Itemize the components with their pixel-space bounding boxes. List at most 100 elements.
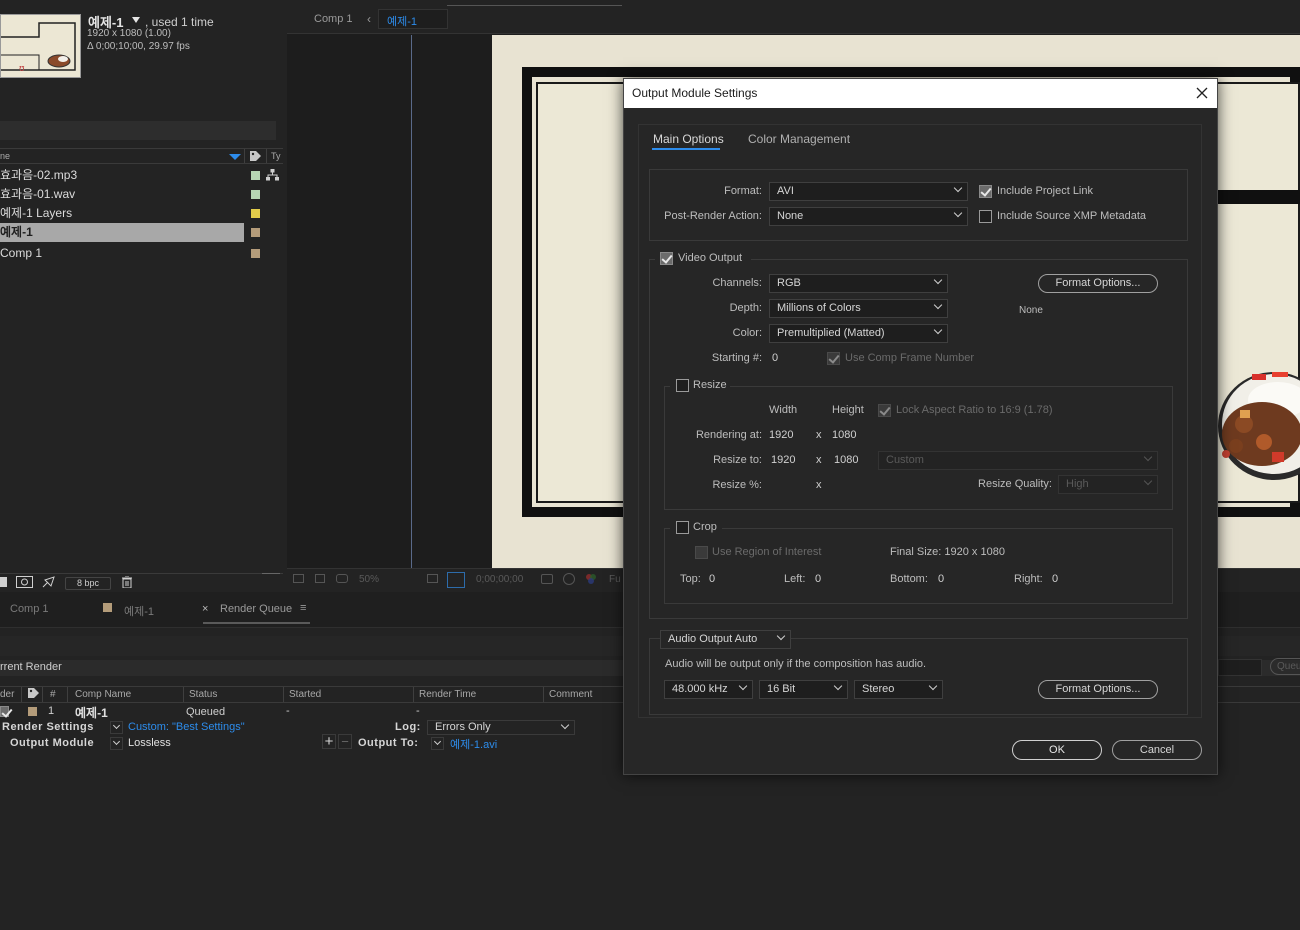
log-dropdown[interactable]: Errors Only	[427, 720, 575, 735]
use-comp-frame-checkbox[interactable]	[827, 352, 840, 365]
depth-dropdown[interactable]: Millions of Colors	[769, 299, 948, 318]
color-dropdown[interactable]: Premultiplied (Matted)	[769, 324, 948, 343]
crop-bottom-value[interactable]: 0	[938, 573, 944, 585]
queue-in-ame-button[interactable]: Queu	[1270, 658, 1300, 675]
render-settings-link[interactable]: Custom: "Best Settings"	[128, 721, 245, 733]
video-output-label[interactable]: Video Output	[678, 252, 742, 264]
project-item[interactable]: 예제-1 Layers	[0, 204, 244, 223]
sample-rate-dropdown[interactable]: 48.000 kHz	[664, 680, 753, 699]
mask-visibility-icon[interactable]	[336, 574, 348, 583]
label-color-swatch[interactable]	[251, 249, 260, 258]
snapshot-icon[interactable]	[541, 574, 553, 584]
channels-dropdown[interactable]: RGB	[769, 274, 948, 293]
tab-comp-1[interactable]: Comp 1	[10, 603, 49, 615]
close-icon[interactable]: ×	[202, 603, 208, 615]
label-tag-icon[interactable]	[28, 688, 39, 698]
resize-to-width[interactable]: 1920	[771, 454, 795, 466]
breadcrumb-comp-1[interactable]: Comp 1	[314, 13, 353, 25]
add-output-module-button[interactable]: +	[322, 734, 336, 749]
col-started[interactable]: Started	[289, 689, 321, 700]
tab-main-options[interactable]: Main Options	[653, 132, 724, 146]
output-to-link[interactable]: 예제-1.avi	[450, 736, 497, 752]
audio-channels-dropdown[interactable]: Stereo	[854, 680, 943, 699]
panel-menu-icon[interactable]: ≡	[300, 602, 306, 614]
queue-item-comp[interactable]: 예제-1	[75, 704, 108, 721]
lock-aspect-checkbox[interactable]	[878, 404, 891, 417]
label-color-swatch[interactable]	[251, 209, 260, 218]
show-snapshot-icon[interactable]	[563, 573, 575, 585]
col-render-time[interactable]: Render Time	[419, 689, 476, 700]
include-xmp-label[interactable]: Include Source XMP Metadata	[997, 210, 1146, 222]
col-comment[interactable]: Comment	[549, 689, 592, 700]
fit-icon[interactable]	[427, 574, 438, 583]
color-channels-icon[interactable]	[585, 573, 597, 585]
monitor-icon[interactable]	[315, 574, 325, 583]
col-comp-name[interactable]: Comp Name	[75, 689, 131, 700]
crop-checkbox[interactable]	[676, 521, 689, 534]
label-color-swatch[interactable]	[251, 228, 260, 237]
render-checkbox[interactable]	[0, 706, 9, 717]
interpret-footage-icon[interactable]	[0, 577, 7, 587]
output-module-dropdown[interactable]	[110, 737, 123, 750]
audio-format-options-button[interactable]: Format Options...	[1038, 680, 1158, 699]
flowchart-icon[interactable]	[266, 169, 279, 181]
video-output-checkbox[interactable]	[660, 252, 673, 265]
timecode-display[interactable]: 0;00;00;00	[476, 574, 523, 585]
tab-render-queue[interactable]: Render Queue	[220, 603, 292, 615]
col-status[interactable]: Status	[189, 689, 217, 700]
audio-output-dropdown[interactable]: Audio Output Auto	[660, 630, 791, 649]
crop-left-value[interactable]: 0	[815, 573, 821, 585]
label-color-swatch[interactable]	[251, 171, 260, 180]
close-icon[interactable]	[1192, 83, 1212, 103]
zoom-dropdown[interactable]: 50%	[355, 574, 419, 588]
project-item[interactable]: Comp 1	[0, 244, 244, 263]
include-xmp-checkbox[interactable]	[979, 210, 992, 223]
region-of-interest-icon[interactable]	[293, 574, 304, 583]
render-settings-dropdown[interactable]	[110, 721, 123, 734]
label-color-swatch[interactable]	[251, 190, 260, 199]
post-render-dropdown[interactable]: None	[769, 207, 968, 226]
lock-aspect-label[interactable]: Lock Aspect Ratio to 16:9 (1.78)	[896, 404, 1053, 416]
new-comp-icon[interactable]	[42, 576, 55, 588]
crop-top-value[interactable]: 0	[709, 573, 715, 585]
trash-icon[interactable]	[122, 575, 132, 589]
crop-label[interactable]: Crop	[693, 521, 717, 533]
project-item[interactable]: 효과음-02.mp3	[0, 166, 244, 185]
comp-dropdown-icon[interactable]	[132, 17, 140, 23]
bit-depth-dropdown[interactable]: 16 Bit	[759, 680, 848, 699]
output-module-label[interactable]: Output Module	[10, 737, 94, 749]
ok-button[interactable]: OK	[1012, 740, 1102, 760]
resize-checkbox[interactable]	[676, 379, 689, 392]
new-folder-icon[interactable]	[16, 576, 33, 588]
include-project-link-label[interactable]: Include Project Link	[997, 185, 1093, 197]
sort-arrow-icon[interactable]	[229, 154, 241, 160]
output-to-dropdown[interactable]	[431, 737, 444, 750]
resize-label[interactable]: Resize	[693, 379, 727, 391]
format-options-button[interactable]: Format Options...	[1038, 274, 1158, 293]
project-item[interactable]: 예제-1	[0, 223, 244, 242]
remove-output-module-button[interactable]: −	[338, 734, 352, 749]
label-swatch[interactable]	[28, 707, 37, 716]
cancel-button[interactable]: Cancel	[1112, 740, 1202, 760]
col-number[interactable]: #	[50, 689, 56, 700]
resize-quality-dropdown[interactable]: High	[1058, 475, 1158, 494]
use-comp-frame-label[interactable]: Use Comp Frame Number	[845, 352, 974, 364]
breadcrumb-current[interactable]: 예제-1	[387, 13, 417, 29]
col-name-header[interactable]: ne	[0, 151, 10, 161]
bit-depth-button[interactable]: 8 bpc	[65, 577, 111, 590]
project-item[interactable]: 효과음-01.wav	[0, 185, 244, 204]
use-roi-checkbox[interactable]	[695, 546, 708, 559]
include-project-link-checkbox[interactable]	[979, 185, 992, 198]
tab-example-1[interactable]: 예제-1	[124, 603, 154, 619]
resolution-dropdown[interactable]: Fu	[609, 574, 621, 585]
output-module-link[interactable]: Lossless	[128, 737, 171, 749]
tab-color-management[interactable]: Color Management	[748, 132, 850, 146]
resize-to-height[interactable]: 1080	[834, 454, 858, 466]
use-roi-label[interactable]: Use Region of Interest	[712, 546, 821, 558]
label-tag-icon[interactable]	[250, 151, 261, 161]
crop-right-value[interactable]: 0	[1052, 573, 1058, 585]
project-search-input[interactable]	[0, 121, 276, 140]
grid-toggle-icon[interactable]	[447, 572, 465, 588]
starting-number-field[interactable]: 0	[772, 352, 778, 364]
col-type-header[interactable]: Ty	[271, 151, 281, 161]
